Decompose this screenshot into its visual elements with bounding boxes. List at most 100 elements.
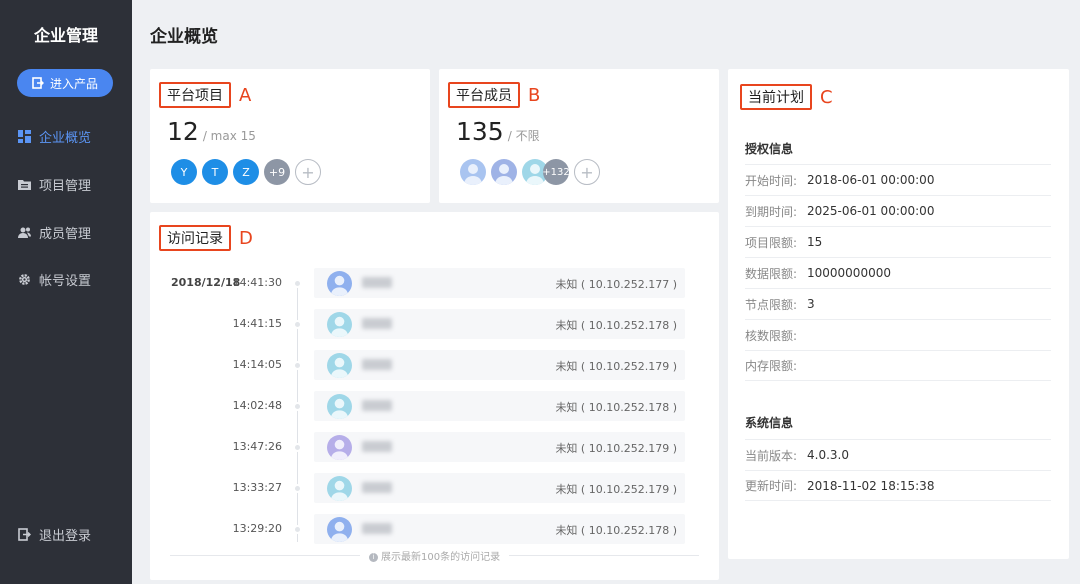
visit-time: 13:47:26 — [232, 440, 282, 453]
enter-icon — [32, 77, 44, 89]
plus-icon: + — [301, 162, 315, 182]
project-more-badge[interactable]: +9 — [264, 159, 290, 185]
visit-row: 14:02:48 未知 ( 10.10.252.178 ) — [150, 391, 719, 421]
member-avatars: +132 + — [460, 159, 600, 185]
visit-row: 14:41:15 未知 ( 10.10.252.178 ) — [150, 309, 719, 339]
projects-card: 平台项目 A 12/ max 15 Y T Z +9 + — [150, 69, 430, 203]
plan-card-header: 当前计划 C — [740, 84, 833, 110]
members-card-header: 平台成员 B — [448, 82, 540, 108]
member-count: 135/ 不限 — [456, 117, 540, 146]
system-row: 当前版本: 4.0.3.0 — [745, 439, 1051, 470]
license-row: 开始时间: 2018-06-01 00:00:00 — [745, 164, 1051, 195]
sidebar-item-overview[interactable]: 企业概览 — [18, 127, 91, 146]
project-limit: / max 15 — [202, 129, 256, 143]
license-row: 内存限额: — [745, 350, 1051, 381]
timeline-dot — [293, 279, 302, 288]
sidebar-item-projects[interactable]: 项目管理 — [18, 175, 91, 194]
license-section-title: 授权信息 — [745, 142, 794, 156]
member-count-value: 135 — [456, 117, 504, 146]
add-member-button[interactable]: + — [574, 159, 600, 185]
visit-row: 13:29:20 未知 ( 10.10.252.178 ) — [150, 514, 719, 544]
user-avatar-icon — [327, 394, 352, 419]
logout-button[interactable]: 退出登录 — [18, 525, 91, 544]
timeline-dot — [293, 361, 302, 370]
blurred-username — [362, 400, 392, 411]
sidebar-item-account[interactable]: 帐号设置 — [18, 270, 91, 289]
projects-card-title: 平台项目 — [159, 82, 231, 108]
users-icon — [18, 227, 31, 238]
enter-product-button[interactable]: 进入产品 — [17, 69, 113, 97]
visit-row: 13:33:27 未知 ( 10.10.252.179 ) — [150, 473, 719, 503]
visit-time: 13:29:20 — [232, 522, 282, 535]
license-row: 项目限额: 15 — [745, 226, 1051, 257]
member-more-badge[interactable]: +132 — [542, 159, 570, 185]
enter-product-label: 进入产品 — [49, 76, 98, 91]
visit-location: 未知 ( 10.10.252.177 ) — [555, 278, 677, 291]
folder-icon — [18, 180, 31, 190]
project-avatar[interactable]: Z — [233, 159, 259, 185]
blurred-username — [362, 318, 392, 329]
logout-label: 退出登录 — [39, 529, 92, 544]
license-row: 节点限额: 3 — [745, 288, 1051, 319]
marker-label: D — [239, 227, 253, 249]
visit-location: 未知 ( 10.10.252.178 ) — [555, 524, 677, 537]
projects-card-header: 平台项目 A — [159, 82, 251, 108]
visit-location: 未知 ( 10.10.252.178 ) — [555, 401, 677, 414]
visit-entry[interactable]: 未知 ( 10.10.252.179 ) — [314, 350, 685, 380]
visit-location: 未知 ( 10.10.252.179 ) — [555, 483, 677, 496]
license-row: 数据限额: 10000000000 — [745, 257, 1051, 288]
visits-card-header: 访问记录 D — [159, 225, 253, 251]
timeline-dot — [293, 525, 302, 534]
add-project-button[interactable]: + — [295, 159, 321, 185]
timeline-dot — [293, 402, 302, 411]
user-avatar-icon — [327, 476, 352, 501]
info-icon: i — [368, 552, 378, 562]
visit-time: 14:41:15 — [232, 317, 282, 330]
sidebar-item-members[interactable]: 成员管理 — [18, 223, 91, 242]
page-title: 企业概览 — [150, 27, 218, 47]
user-avatar-icon — [327, 312, 352, 337]
visit-row: 2018/12/18 14:41:30 未知 ( 10.10.252.177 ) — [150, 268, 719, 298]
user-avatar-icon[interactable] — [460, 159, 486, 185]
system-row: 更新时间: 2018-11-02 18:15:38 — [745, 470, 1051, 501]
sidebar-item-label: 项目管理 — [39, 179, 92, 194]
sidebar: 企业管理 进入产品 企业概览 项目管理 成员管理 帐号设置 退出登录 — [0, 0, 132, 584]
dashboard-icon — [18, 130, 31, 143]
visit-time: 14:02:48 — [232, 399, 282, 412]
project-avatar[interactable]: T — [202, 159, 228, 185]
visit-entry[interactable]: 未知 ( 10.10.252.178 ) — [314, 514, 685, 544]
visit-entry[interactable]: 未知 ( 10.10.252.179 ) — [314, 432, 685, 462]
project-avatars: Y T Z +9 + — [171, 159, 321, 185]
blurred-username — [362, 277, 392, 288]
members-card: 平台成员 B 135/ 不限 +132 + — [439, 69, 719, 203]
visits-card: 访问记录 D 2018/12/18 14:41:30 未知 ( 10.10.25… — [150, 212, 719, 580]
timeline-dot — [293, 320, 302, 329]
visits-footer-text: 展示最新100条的访问记录 — [381, 552, 501, 563]
blurred-username — [362, 359, 392, 370]
project-avatar[interactable]: Y — [171, 159, 197, 185]
visit-row: 13:47:26 未知 ( 10.10.252.179 ) — [150, 432, 719, 462]
visit-time: 14:41:30 — [232, 276, 282, 289]
marker-label: B — [528, 84, 541, 106]
user-avatar-icon — [327, 271, 352, 296]
marker-label: A — [239, 84, 252, 106]
visit-entry[interactable]: 未知 ( 10.10.252.178 ) — [314, 391, 685, 421]
members-card-title: 平台成员 — [448, 82, 520, 108]
visit-entry[interactable]: 未知 ( 10.10.252.179 ) — [314, 473, 685, 503]
user-avatar-icon[interactable] — [491, 159, 517, 185]
timeline-dot — [293, 443, 302, 452]
plan-card-title: 当前计划 — [740, 84, 812, 110]
visit-entry[interactable]: 未知 ( 10.10.252.177 ) — [314, 268, 685, 298]
visit-time: 13:33:27 — [232, 481, 282, 494]
visit-row: 14:14:05 未知 ( 10.10.252.179 ) — [150, 350, 719, 380]
visit-entry[interactable]: 未知 ( 10.10.252.178 ) — [314, 309, 685, 339]
user-avatar-icon — [327, 517, 352, 542]
sidebar-item-label: 成员管理 — [39, 227, 92, 242]
visit-location: 未知 ( 10.10.252.179 ) — [555, 442, 677, 455]
blurred-username — [362, 441, 392, 452]
visit-location: 未知 ( 10.10.252.178 ) — [555, 319, 677, 332]
visit-time: 14:14:05 — [232, 358, 282, 371]
blurred-username — [362, 523, 392, 534]
license-row: 核数限额: — [745, 319, 1051, 350]
plan-card: 当前计划 C 授权信息 开始时间: 2018-06-01 00:00:00 到期时… — [728, 69, 1069, 559]
